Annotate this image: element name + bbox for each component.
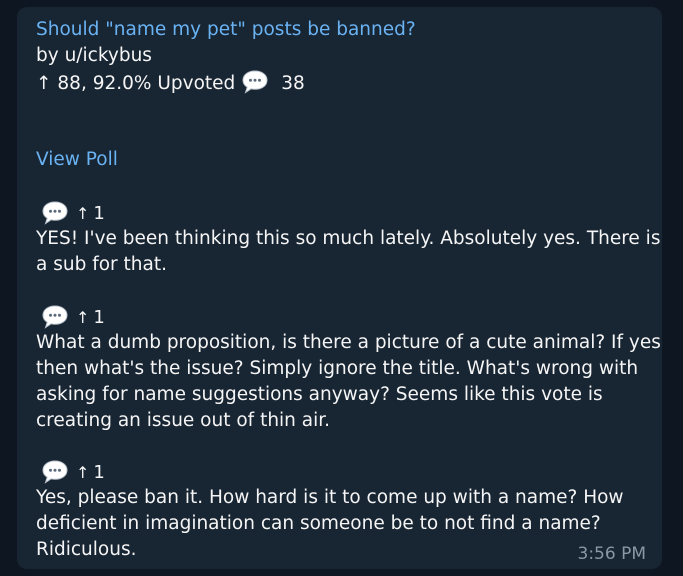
post-stats: ↑ 88, 92.0% Upvoted 38: [36, 69, 305, 97]
speech-bubble-icon: [41, 200, 69, 226]
speech-bubble-icon: [241, 69, 269, 95]
comment-line: a sub for that.: [36, 254, 167, 275]
comment-line: then what's the issue? Simply ignore the…: [36, 358, 639, 379]
comment-line: deficient in imagination can someone be …: [36, 513, 601, 534]
comment-line: What a dumb proposition, is there a pict…: [36, 332, 661, 353]
comment-line: creating an issue out of thin air.: [36, 410, 331, 431]
up-arrow-icon: ↑: [76, 462, 90, 482]
comment-line: YES! I've been thinking this so much lat…: [36, 228, 661, 249]
view-poll-link[interactable]: View Poll: [36, 147, 118, 173]
comment-text: Yes, please ban it. How hard is it to co…: [36, 485, 652, 563]
post-author: by u/ickybus: [36, 45, 152, 66]
comment-meta: ↑ 1: [41, 459, 105, 485]
comment-line: asking for name suggestions anyway? Seem…: [36, 384, 603, 405]
speech-bubble-icon: [41, 304, 69, 330]
comment-meta: ↑ 1: [41, 200, 105, 226]
comment-text: What a dumb proposition, is there a pict…: [36, 330, 661, 434]
speech-bubble-icon: [41, 459, 69, 485]
message-timestamp: 3:56 PM: [577, 544, 647, 564]
comment-score: 1: [93, 306, 105, 328]
post-title-link[interactable]: Should "name my pet" posts be banned?: [36, 17, 416, 43]
comment-score: 1: [93, 202, 105, 224]
post-comment-count: 38: [281, 73, 305, 94]
comment-line: Yes, please ban it. How hard is it to co…: [36, 487, 624, 508]
comment-text: YES! I've been thinking this so much lat…: [36, 226, 661, 278]
comment-line: Ridiculous.: [36, 539, 137, 560]
comment-meta: ↑ 1: [41, 304, 105, 330]
up-arrow-icon: ↑: [76, 203, 90, 223]
post-score-stats: 88, 92.0% Upvoted: [57, 73, 236, 94]
comment-score: 1: [93, 461, 105, 483]
up-arrow-icon: ↑: [76, 307, 90, 327]
upvote-icon: ↑: [36, 73, 52, 94]
